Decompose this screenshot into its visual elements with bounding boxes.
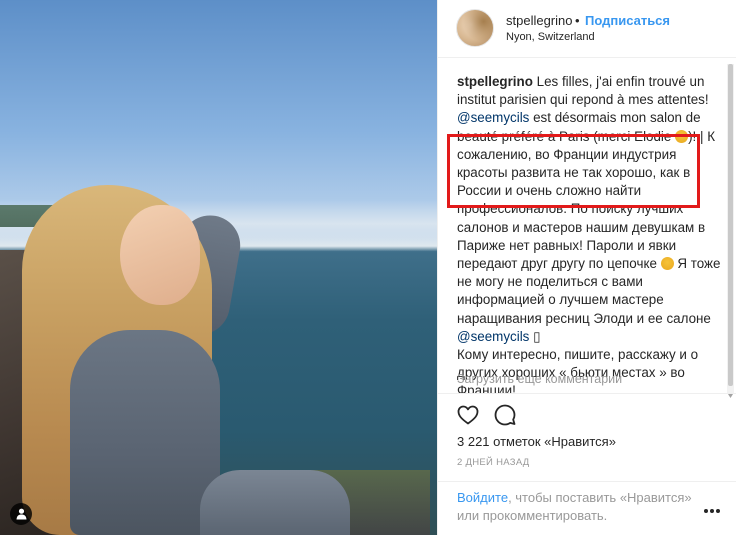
header-separator: • xyxy=(575,13,580,28)
post-photo[interactable] xyxy=(0,0,437,535)
load-more-comments-button[interactable]: Загрузить еще комментарии xyxy=(457,372,622,386)
post-header: stpellegrino • Подписаться Nyon, Switzer… xyxy=(438,0,736,58)
caption-text-ru-3-end: ▯ xyxy=(533,328,541,344)
post-actions: 3 221 отметок «Нравится» 2 ДНЕЙ НАЗАД xyxy=(438,393,736,473)
scrollbar-down-arrow-icon[interactable] xyxy=(727,386,734,398)
scrollbar-thumb[interactable] xyxy=(728,64,733,386)
comments-area: stpellegrino Les filles, j'ai enfin trou… xyxy=(438,58,736,393)
photo-face xyxy=(120,205,200,305)
caption-username[interactable]: stpellegrino xyxy=(457,74,533,89)
tongue-emoji-icon xyxy=(660,257,674,271)
user-tag-icon[interactable] xyxy=(10,503,32,525)
post-timestamp: 2 ДНЕЙ НАЗАД xyxy=(457,457,530,468)
avatar-image xyxy=(457,10,493,46)
ellipsis-icon[interactable] xyxy=(704,500,724,513)
avatar[interactable] xyxy=(456,9,494,47)
photo-legs xyxy=(200,470,350,535)
post-caption: stpellegrino Les filles, j'ai enfin trou… xyxy=(457,73,722,393)
likes-count[interactable]: 3 221 отметок «Нравится» xyxy=(457,434,616,449)
speech-bubble-icon[interactable] xyxy=(493,403,517,427)
follow-button[interactable]: Подписаться xyxy=(585,13,670,28)
photo-body xyxy=(70,330,220,535)
comments-scrollbar[interactable] xyxy=(727,64,734,394)
login-prompt: Войдите, чтобы поставить «Нравится» или … xyxy=(457,489,692,525)
header-username[interactable]: stpellegrino xyxy=(506,13,573,28)
heart-outline-icon[interactable] xyxy=(456,403,480,427)
comment-login-section: Войдите, чтобы поставить «Нравится» или … xyxy=(438,481,736,535)
caption-mention-2[interactable]: @seemycils xyxy=(457,329,529,344)
location-link[interactable]: Nyon, Switzerland xyxy=(506,31,595,43)
caption-text-ru-4: Кому интересно, пишите, расскажу и о дру… xyxy=(457,347,699,393)
login-link[interactable]: Войдите xyxy=(457,490,508,505)
caption-mention-1[interactable]: @seemycils xyxy=(457,110,529,125)
post-side-panel: stpellegrino • Подписаться Nyon, Switzer… xyxy=(437,0,736,535)
red-highlight-box xyxy=(447,134,700,208)
instagram-post: stpellegrino • Подписаться Nyon, Switzer… xyxy=(0,0,736,535)
